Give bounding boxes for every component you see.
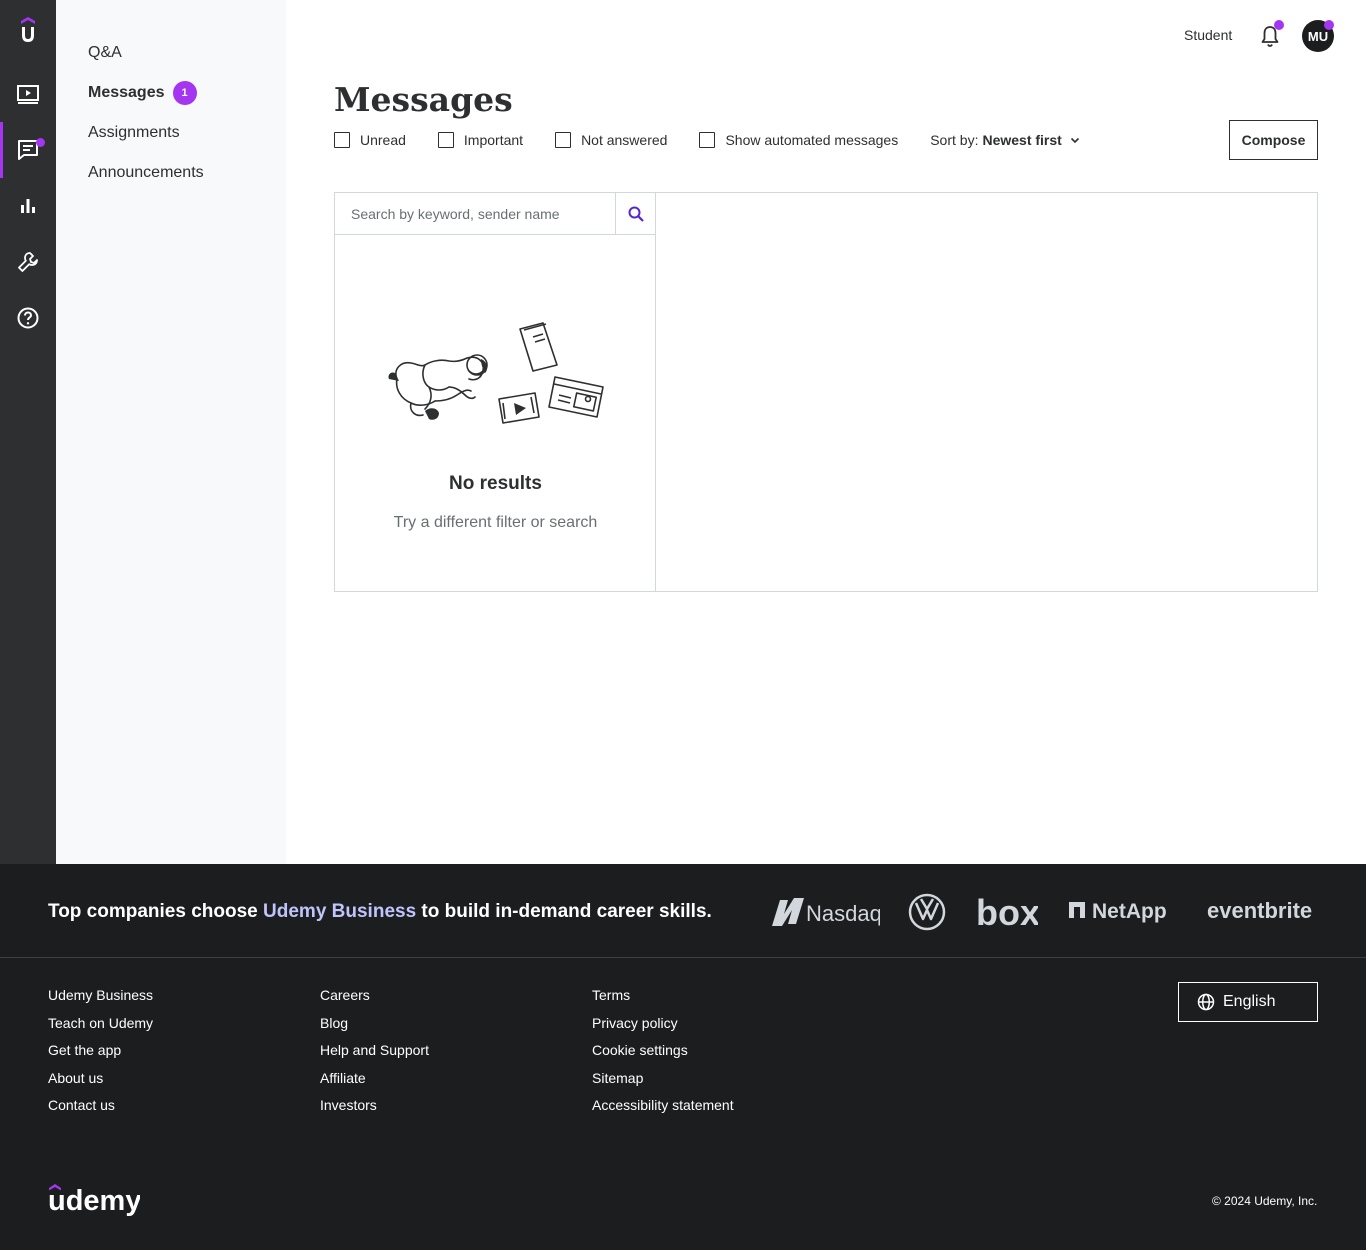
empty-state-subtitle: Try a different filter or search xyxy=(393,514,598,531)
search-icon xyxy=(628,206,644,222)
footer-link[interactable]: Teach on Udemy xyxy=(48,1014,153,1042)
language-button[interactable]: English xyxy=(1178,982,1318,1022)
box-logo-text: box xyxy=(976,892,1038,932)
rail-performance[interactable] xyxy=(0,178,56,234)
notification-dot xyxy=(36,138,45,147)
search-button[interactable] xyxy=(616,193,656,234)
footer-link[interactable]: Sitemap xyxy=(592,1069,734,1097)
sort-dropdown[interactable]: Sort by: Newest first xyxy=(930,132,1082,148)
app-shell: Q&A Messages 1 Assignments Announcements … xyxy=(0,0,1366,864)
message-detail-pane xyxy=(657,193,1317,591)
rail-courses[interactable] xyxy=(0,66,56,122)
footer-link[interactable]: Blog xyxy=(320,1014,429,1042)
subnav-announcements[interactable]: Announcements xyxy=(88,164,204,182)
notification-dot xyxy=(1324,20,1334,30)
filter-important[interactable]: Important xyxy=(437,132,524,148)
globe-icon xyxy=(1197,993,1215,1011)
notification-dot xyxy=(1274,20,1284,30)
tagline-before: Top companies choose xyxy=(48,901,264,922)
checkbox[interactable] xyxy=(699,132,716,148)
filter-label: Unread xyxy=(360,132,406,148)
footer-link[interactable]: Get the app xyxy=(48,1041,153,1069)
udemy-logo-icon[interactable] xyxy=(16,15,40,45)
footer-link[interactable]: Udemy Business xyxy=(48,986,153,1014)
courses-icon xyxy=(17,85,39,104)
rail-help[interactable] xyxy=(0,290,56,346)
notifications-button[interactable] xyxy=(1258,20,1284,48)
empty-state-illustration xyxy=(388,322,604,424)
filter-label: Important xyxy=(463,132,524,148)
performance-icon xyxy=(21,199,35,213)
subnav-qa[interactable]: Q&A xyxy=(88,44,122,62)
copyright: © 2024 Udemy, Inc. xyxy=(1212,1194,1318,1208)
filter-label: Show automated messages xyxy=(725,132,899,148)
footer-link[interactable]: Terms xyxy=(592,986,734,1014)
sort-value: Newest first xyxy=(982,132,1062,148)
tools-icon xyxy=(18,252,38,272)
messages-panel: No results Try a different filter or sea… xyxy=(334,192,1318,592)
search-input[interactable] xyxy=(335,193,616,234)
footer-link[interactable]: Investors xyxy=(320,1096,429,1124)
filter-automated[interactable]: Show automated messages xyxy=(699,132,898,148)
subnav-assignments[interactable]: Assignments xyxy=(88,124,180,142)
empty-state-title: No results xyxy=(449,473,542,494)
avatar-initials: MU xyxy=(1307,28,1329,44)
footer-link[interactable]: Privacy policy xyxy=(592,1014,734,1042)
footer-link[interactable]: Help and Support xyxy=(320,1041,429,1069)
checkbox[interactable] xyxy=(555,132,572,148)
eventbrite-logo: eventbrite xyxy=(1207,898,1312,923)
box-logo: box xyxy=(976,892,1038,932)
footer-column-3: Terms Privacy policy Cookie settings Sit… xyxy=(592,986,734,1124)
udemy-logo-text: udemy xyxy=(48,1185,140,1217)
icon-rail xyxy=(0,0,56,864)
sort-label: Sort by: xyxy=(930,132,979,148)
footer-column-2: Careers Blog Help and Support Affiliate … xyxy=(320,986,429,1124)
udemy-footer-logo[interactable]: udemy xyxy=(48,1182,140,1218)
page-title: Messages xyxy=(334,80,513,119)
rail-tools[interactable] xyxy=(0,234,56,290)
chevron-down-icon xyxy=(1070,137,1079,144)
footer-link[interactable]: About us xyxy=(48,1069,153,1097)
message-list: No results Try a different filter or sea… xyxy=(335,193,656,591)
filter-unread[interactable]: Unread xyxy=(334,132,406,148)
user-avatar[interactable]: MU xyxy=(1302,20,1334,52)
business-band: Top companies choose Udemy Business to b… xyxy=(0,864,1366,958)
netapp-logo: NetApp xyxy=(1069,900,1167,923)
subnav-messages[interactable]: Messages 1 xyxy=(88,81,197,105)
compose-button[interactable]: Compose xyxy=(1229,120,1318,160)
site-footer: Top companies choose Udemy Business to b… xyxy=(0,864,1366,1250)
unread-count-badge: 1 xyxy=(172,81,197,105)
language-label: English xyxy=(1223,993,1276,1010)
filter-not-answered[interactable]: Not answered xyxy=(555,132,667,148)
nasdaq-logo: Nasdaq xyxy=(772,898,880,926)
udemy-business-link[interactable]: Udemy Business xyxy=(263,901,416,922)
footer-link[interactable]: Contact us xyxy=(48,1096,153,1124)
search-form xyxy=(335,193,656,235)
footer-link[interactable]: Affiliate xyxy=(320,1069,429,1097)
footer-link[interactable]: Careers xyxy=(320,986,429,1014)
checkbox[interactable] xyxy=(334,132,350,148)
eventbrite-logo-text: eventbrite xyxy=(1207,898,1312,923)
business-tagline: Top companies choose Udemy Business to b… xyxy=(48,901,712,923)
student-link[interactable]: Student xyxy=(1184,27,1232,43)
nasdaq-logo-text: Nasdaq xyxy=(806,901,880,926)
message-filters: Unread Important Not answered Show autom… xyxy=(334,130,1082,150)
checkbox[interactable] xyxy=(437,132,454,148)
volkswagen-logo xyxy=(908,893,946,931)
tagline-after: to build in-demand career skills. xyxy=(416,901,712,922)
subnav-messages-label: Messages xyxy=(88,84,165,102)
rail-communication[interactable] xyxy=(0,122,56,178)
netapp-logo-text: NetApp xyxy=(1092,900,1167,923)
footer-column-1: Udemy Business Teach on Udemy Get the ap… xyxy=(48,986,153,1124)
footer-link[interactable]: Cookie settings xyxy=(592,1041,734,1069)
help-icon xyxy=(17,307,39,329)
filter-label: Not answered xyxy=(581,132,668,148)
communication-subnav: Q&A Messages 1 Assignments Announcements xyxy=(56,0,286,864)
footer-link[interactable]: Accessibility statement xyxy=(592,1096,734,1124)
